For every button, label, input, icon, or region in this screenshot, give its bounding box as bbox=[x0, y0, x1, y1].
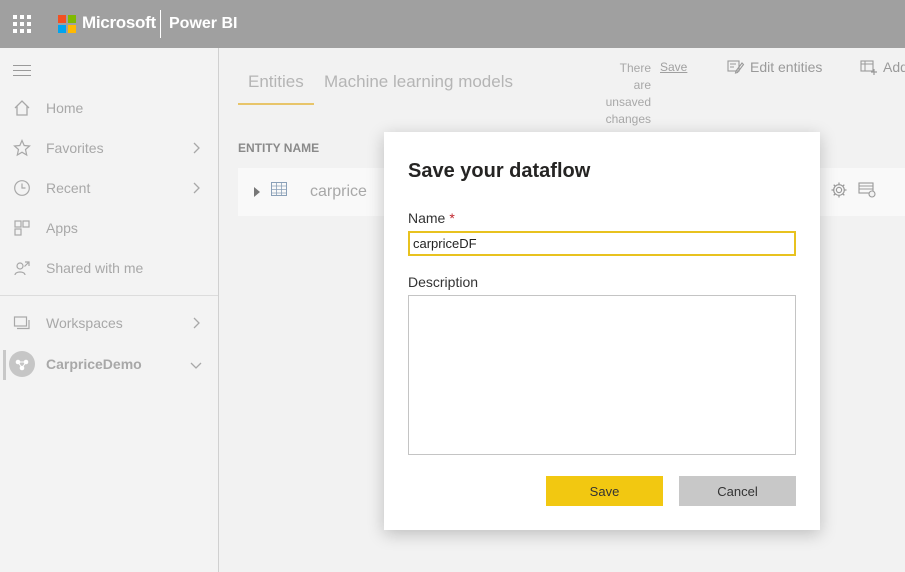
shared-icon bbox=[14, 261, 30, 276]
sidebar-item-label: Home bbox=[46, 100, 84, 116]
sidebar-item-favorites[interactable]: Favorites bbox=[0, 128, 218, 168]
edit-entities-label: Edit entities bbox=[750, 59, 823, 75]
sidebar-item-label: Recent bbox=[46, 180, 91, 196]
top-bar: Microsoft Power BI bbox=[0, 0, 905, 48]
sidebar-item-label: Workspaces bbox=[46, 315, 123, 331]
save-button[interactable]: Save bbox=[546, 476, 663, 506]
chevron-right-icon[interactable] bbox=[190, 317, 202, 329]
dialog-title: Save your dataflow bbox=[408, 160, 591, 182]
clock-icon bbox=[14, 180, 30, 196]
unsaved-changes-notice: There are unsaved changes bbox=[603, 60, 651, 128]
save-link[interactable]: Save bbox=[660, 60, 687, 74]
save-dataflow-dialog: Save your dataflow Name* Description Sav… bbox=[384, 132, 820, 530]
workspace-avatar bbox=[9, 351, 35, 377]
active-indicator bbox=[3, 350, 6, 380]
name-label: Name * bbox=[408, 210, 455, 226]
edit-entities-button[interactable]: Edit entities bbox=[727, 59, 822, 75]
description-input[interactable] bbox=[408, 295, 796, 455]
sidebar-item-shared[interactable]: Shared with me bbox=[0, 248, 218, 288]
unsaved-line: are bbox=[633, 78, 651, 92]
sidebar-item-recent[interactable]: Recent bbox=[0, 168, 218, 208]
workspace-label: CarpriceDemo bbox=[46, 356, 142, 372]
chevron-right-icon[interactable] bbox=[190, 142, 202, 154]
column-header-entity-name: ENTITY NAME bbox=[238, 141, 320, 155]
unsaved-line: There bbox=[619, 61, 651, 75]
sidebar-item-workspaces[interactable]: Workspaces bbox=[0, 303, 218, 343]
add-entities-button[interactable]: Add bbox=[860, 59, 905, 75]
header-divider bbox=[160, 10, 161, 38]
app-launcher-icon[interactable] bbox=[13, 15, 31, 33]
table-icon bbox=[271, 182, 287, 196]
add-entities-label: Add bbox=[883, 59, 905, 75]
home-icon bbox=[14, 100, 30, 116]
unsaved-line: unsaved bbox=[605, 95, 651, 109]
microsoft-logo bbox=[58, 15, 76, 33]
brand-name[interactable]: Microsoft bbox=[82, 13, 156, 33]
product-name[interactable]: Power BI bbox=[169, 15, 237, 33]
sidebar-item-label: Shared with me bbox=[46, 260, 144, 276]
gear-icon[interactable] bbox=[830, 181, 848, 199]
sidebar-divider bbox=[0, 295, 218, 296]
expand-caret-icon[interactable] bbox=[254, 187, 260, 197]
tab-entities[interactable]: Entities bbox=[248, 72, 304, 92]
star-icon bbox=[13, 139, 31, 157]
cancel-button[interactable]: Cancel bbox=[679, 476, 796, 506]
tab-machine-learning-models[interactable]: Machine learning models bbox=[324, 72, 513, 92]
chevron-down-icon[interactable] bbox=[190, 359, 202, 371]
unsaved-line: changes bbox=[605, 112, 651, 126]
sidebar-item-label: Favorites bbox=[46, 140, 104, 156]
description-label: Description bbox=[408, 274, 479, 290]
entity-name: carprice bbox=[310, 183, 367, 200]
apps-icon bbox=[14, 220, 30, 236]
workspaces-icon bbox=[13, 316, 30, 330]
required-marker: * bbox=[449, 210, 455, 226]
name-input[interactable] bbox=[408, 231, 796, 256]
sidebar-item-carpricedemo[interactable]: CarpriceDemo bbox=[0, 348, 218, 382]
hamburger-menu-icon[interactable] bbox=[13, 65, 31, 77]
sidebar-item-apps[interactable]: Apps bbox=[0, 208, 218, 248]
sidebar-item-home[interactable]: Home bbox=[0, 88, 218, 128]
name-label-text: Name bbox=[408, 210, 446, 226]
sidebar-item-label: Apps bbox=[46, 220, 78, 236]
edit-icon bbox=[727, 60, 745, 74]
add-table-icon bbox=[860, 60, 877, 75]
refresh-table-icon[interactable] bbox=[858, 182, 876, 198]
sidebar: Home Favorites Recent Apps Shared with m… bbox=[0, 48, 219, 572]
chevron-right-icon[interactable] bbox=[190, 182, 202, 194]
active-tab-underline bbox=[238, 103, 314, 105]
